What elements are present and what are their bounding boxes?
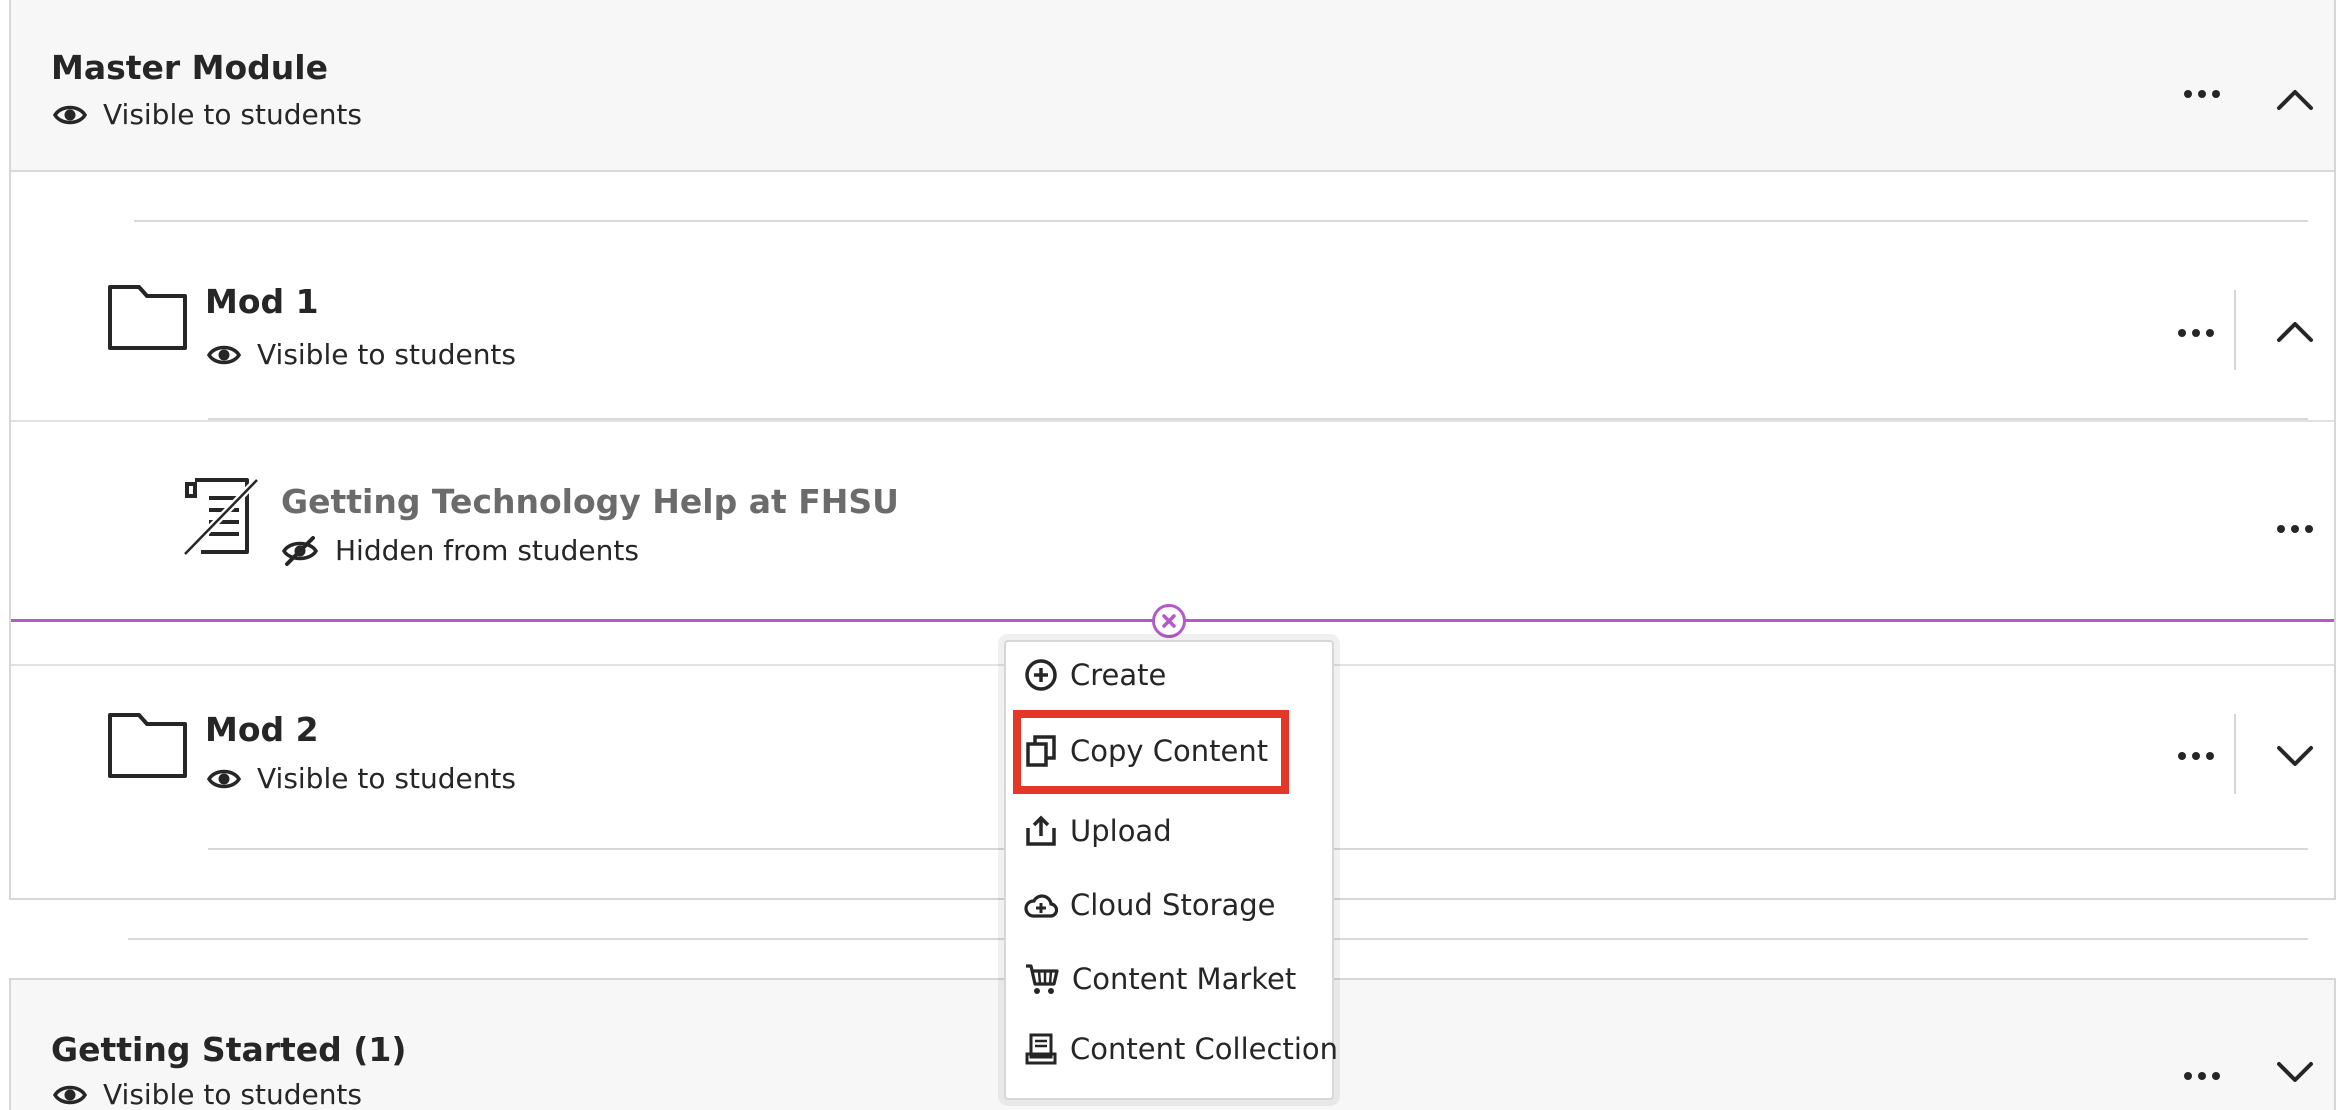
insert-content-menu: Create Copy Content Upload Cloud Storage… — [1004, 640, 1338, 1100]
eye-icon — [53, 1085, 87, 1104]
status-text: Visible to students — [103, 1078, 362, 1110]
folder-icon — [108, 285, 187, 350]
mod1-title[interactable]: Mod 1 — [205, 282, 319, 321]
expand-chevron-down-icon[interactable] — [2273, 734, 2317, 778]
close-insert-button[interactable] — [1152, 604, 1186, 638]
collection-icon — [1025, 1033, 1057, 1065]
mod2-status: Visible to students — [207, 762, 516, 795]
eye-icon — [207, 769, 241, 788]
upload-icon — [1026, 815, 1056, 846]
divider — [2234, 714, 2236, 794]
status-text: Visible to students — [103, 98, 362, 131]
menu-item-label: Copy Content — [1070, 734, 1269, 768]
expand-chevron-down-icon[interactable] — [2273, 1050, 2317, 1094]
document-hidden-icon — [182, 477, 260, 557]
mod1-more-options-button[interactable] — [2168, 319, 2224, 347]
content-item-title[interactable]: Getting Technology Help at FHSU — [281, 482, 899, 521]
master-module-header[interactable]: Master Module Visible to students — [11, 0, 2334, 172]
status-text: Visible to students — [257, 762, 516, 795]
cloud-icon — [1024, 894, 1058, 918]
plus-circle-icon — [1025, 659, 1057, 691]
mod2-more-options-button[interactable] — [2168, 742, 2224, 770]
copy-icon — [1026, 735, 1056, 767]
menu-item-create[interactable]: Create — [1024, 658, 1166, 692]
mod2-title[interactable]: Mod 2 — [205, 710, 319, 749]
master-module-more-options-button[interactable] — [2174, 80, 2230, 108]
content-item-more-options-button[interactable] — [2267, 515, 2323, 543]
status-text: Visible to students — [257, 338, 516, 371]
menu-item-label: Content Collection — [1070, 1032, 1338, 1066]
eye-icon — [53, 105, 87, 124]
menu-item-cloud-storage[interactable]: Cloud Storage — [1024, 888, 1276, 922]
master-module-status: Visible to students — [53, 98, 362, 131]
getting-started-status: Visible to students — [53, 1078, 362, 1110]
close-icon — [1162, 614, 1176, 628]
content-item-status: Hidden from students — [281, 534, 639, 567]
status-text: Hidden from students — [335, 534, 639, 567]
menu-item-label: Upload — [1070, 814, 1172, 848]
getting-started-title[interactable]: Getting Started (1) — [51, 1030, 406, 1069]
eye-slash-icon — [281, 535, 319, 566]
collapse-chevron-up-icon[interactable] — [2273, 78, 2317, 122]
menu-item-label: Create — [1070, 658, 1167, 692]
course-content-page: Master Module Visible to students Mod 1 — [0, 0, 2340, 1110]
mod1-status: Visible to students — [207, 338, 516, 371]
folder-icon — [108, 713, 187, 778]
menu-item-copy-content[interactable]: Copy Content — [1024, 734, 1268, 768]
master-module-title[interactable]: Master Module — [51, 48, 328, 87]
menu-item-upload[interactable]: Upload — [1024, 814, 1172, 848]
menu-item-label: Cloud Storage — [1070, 888, 1276, 922]
mod1-row[interactable]: Mod 1 Visible to students — [11, 222, 2334, 420]
menu-item-content-market[interactable]: Content Market — [1024, 962, 1296, 996]
collapse-chevron-up-icon[interactable] — [2273, 310, 2317, 354]
getting-started-more-options-button[interactable] — [2174, 1062, 2230, 1090]
content-item-row[interactable]: Getting Technology Help at FHSU Hidden f… — [11, 422, 2334, 614]
eye-icon — [207, 345, 241, 364]
menu-item-label: Content Market — [1072, 962, 1297, 996]
cart-icon — [1026, 964, 1059, 994]
divider — [2234, 290, 2236, 370]
menu-item-content-collection[interactable]: Content Collection — [1024, 1032, 1338, 1066]
